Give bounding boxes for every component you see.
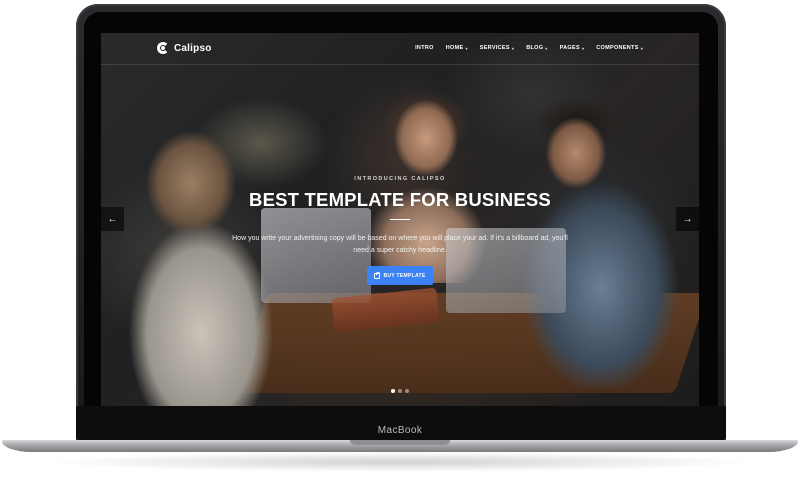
slider-dot-1[interactable]: [391, 389, 395, 393]
shopping-bag-icon: [374, 271, 381, 279]
slider-prev-button[interactable]: ←: [101, 207, 124, 231]
slider-next-button[interactable]: →: [676, 207, 699, 231]
slider-dot-3[interactable]: [405, 389, 409, 393]
arrow-right-icon: →: [682, 213, 693, 225]
laptop-shadow: [40, 452, 760, 472]
arrow-left-icon: ←: [107, 213, 118, 225]
hero-divider: [390, 219, 410, 220]
laptop-opening-notch: [350, 440, 450, 445]
website-screen: Calipso INTRO HOME ▾ SERVICES ▾ BLOG ▾ P…: [101, 33, 699, 406]
slider-dot-2[interactable]: [398, 389, 402, 393]
hero-subtext: How you write your advertising copy will…: [232, 235, 568, 254]
hero-section: INTRODUCING CALIPSO BEST TEMPLATE FOR BU…: [101, 33, 699, 406]
laptop-mockup: Calipso INTRO HOME ▾ SERVICES ▾ BLOG ▾ P…: [0, 0, 800, 488]
buy-template-button[interactable]: BUY TEMPLATE: [367, 266, 433, 285]
laptop-brand-label: MacBook: [377, 425, 423, 436]
slider-pagination: [101, 389, 699, 393]
hero-eyebrow: INTRODUCING CALIPSO: [354, 176, 446, 182]
cta-label: BUY TEMPLATE: [383, 272, 426, 279]
hero-headline: BEST TEMPLATE FOR BUSINESS: [249, 189, 551, 210]
